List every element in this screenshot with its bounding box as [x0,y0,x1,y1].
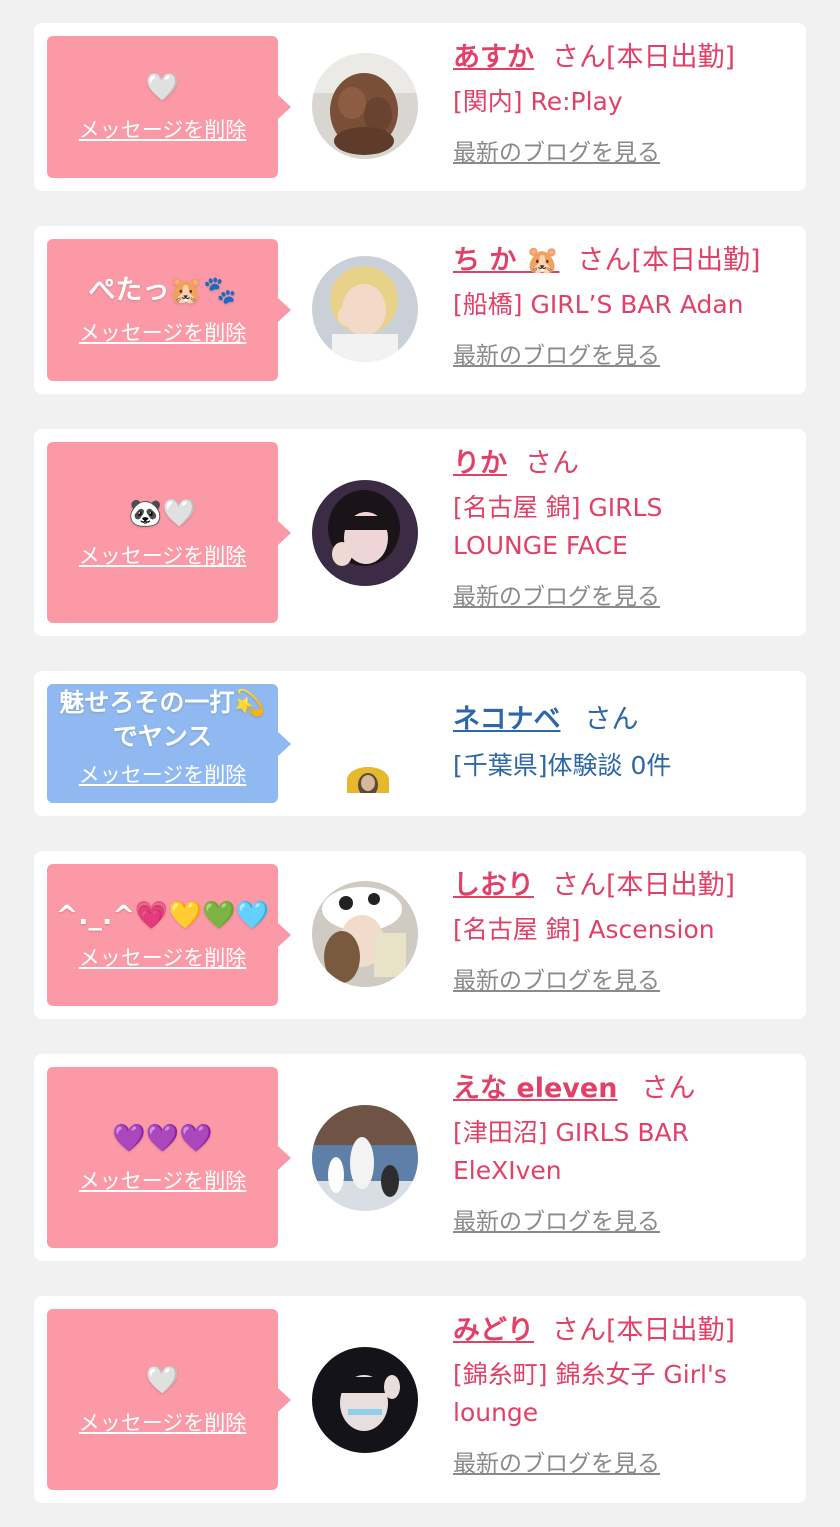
honorific: さん [641,1073,696,1104]
message-text: ^._.^💗💛💚🩵 [55,900,270,931]
profile-name-link[interactable]: みどり [453,1315,534,1346]
delete-message-link[interactable]: メッセージを削除 [79,762,247,788]
message-bubble: 🤍 メッセージを削除 [47,36,291,178]
latest-blog-link[interactable]: 最新のブログを見る [453,1206,660,1238]
favorite-card: ぺたっ🐹🐾 メッセージを削除 ち か 🐹 さん[本日出勤] [船橋] GIRL’S… [34,226,806,394]
profile-info: えな eleven さん [津田沼] GIRLS BAR EleXIven 最新の… [453,1070,792,1238]
profile-name-link[interactable]: りか [453,448,507,479]
profile-info: みどり さん[本日出勤] [錦糸町] 錦糸女子 Girl's lounge 最新の… [453,1312,792,1480]
name-line: ち か 🐹 さん[本日出勤] [453,242,792,280]
profile-info: りか さん [名古屋 錦] GIRLS LOUNGE FACE 最新のブログを見る [453,445,792,613]
delete-message-link[interactable]: メッセージを削除 [79,1168,247,1194]
latest-blog-link[interactable]: 最新のブログを見る [453,340,660,372]
shop-name: [名古屋 錦] Ascension [453,915,715,944]
shop-name: [名古屋 錦] GIRLS LOUNGE FACE [453,493,663,560]
message-text: 魅せろその一打💫でヤンス [59,688,266,751]
shop-name: [関内] Re:Play [453,87,623,116]
delete-message-link[interactable]: メッセージを削除 [79,543,247,569]
name-line: えな eleven さん [453,1070,792,1108]
profile-info: ち か 🐹 さん[本日出勤] [船橋] GIRL’S BAR Adan 最新のブロ… [453,242,792,372]
honorific: さん [552,42,606,73]
delete-message-link[interactable]: メッセージを削除 [79,945,247,971]
latest-blog-link[interactable]: 最新のブログを見る [453,1448,660,1480]
name-line: あすか さん[本日出勤] [453,39,792,77]
avatar[interactable] [347,767,389,793]
message-bubble: 💜💜💜 メッセージを削除 [47,1067,291,1248]
profile-name-link[interactable]: しおり [453,870,534,901]
profile-name-link[interactable]: ち か 🐹 [453,245,559,276]
profile-name-link[interactable]: あすか [453,42,534,73]
message-bubble: 🤍 メッセージを削除 [47,1309,291,1490]
message-text: 💜💜💜 [112,1122,213,1154]
message-bubble: ぺたっ🐹🐾 メッセージを削除 [47,239,291,381]
honorific: さん [584,704,639,735]
favorite-card: 🐼🤍 メッセージを削除 りか さん [名古屋 錦] GIRLS LOUNGE FA… [34,429,806,636]
work-status: [本日出勤] [606,870,736,901]
latest-blog-link[interactable]: 最新のブログを見る [453,137,660,169]
honorific: さん [525,448,579,479]
shop-name: [津田沼] GIRLS BAR EleXIven [453,1118,689,1185]
work-status: [本日出勤] [631,245,761,276]
delete-message-link[interactable]: メッセージを削除 [79,320,247,346]
message-text: ぺたっ🐹🐾 [88,275,237,306]
favorite-card: ^._.^💗💛💚🩵 メッセージを削除 しおり さん[本日出勤] [名古屋 錦] A… [34,851,806,1019]
message-bubble: 🐼🤍 メッセージを削除 [47,442,291,623]
latest-blog-link[interactable]: 最新のブログを見る [453,965,660,997]
avatar[interactable] [312,53,418,159]
shop-name: [錦糸町] 錦糸女子 Girl's lounge [453,1360,727,1427]
avatar[interactable] [312,881,418,987]
favorite-card: 🤍 メッセージを削除 みどり さん[本日出勤] [錦糸町] 錦糸女子 Girl's… [34,1296,806,1503]
work-status: [本日出勤] [606,42,736,73]
honorific: さん [552,870,606,901]
avatar[interactable] [312,256,418,362]
name-line: ネコナベ さん [453,701,792,739]
profile-name-link[interactable]: えな eleven [453,1073,617,1104]
honorific: さん [552,1315,606,1346]
favorite-card: 🤍 メッセージを削除 あすか さん[本日出勤] [関内] Re:Play 最新のブ… [34,23,806,191]
favorite-card: 魅せろその一打💫でヤンス メッセージを削除 ネコナベ さん [千葉県]体験談 0件 [34,671,806,816]
review-count: [千葉県]体験談 0件 [453,751,672,780]
message-text: 🤍 [145,72,180,103]
profile-info: ネコナベ さん [千葉県]体験談 0件 [453,701,792,785]
favorite-card: 💜💜💜 メッセージを削除 えな eleven さん [津田沼] GIRLS BAR… [34,1054,806,1261]
message-bubble: ^._.^💗💛💚🩵 メッセージを削除 [47,864,291,1006]
shop-name: [船橋] GIRL’S BAR Adan [453,290,744,319]
profile-info: しおり さん[本日出勤] [名古屋 錦] Ascension 最新のブログを見る [453,867,792,997]
work-status: [本日出勤] [606,1315,736,1346]
avatar[interactable] [312,1347,418,1453]
message-bubble: 魅せろその一打💫でヤンス メッセージを削除 [47,684,291,803]
avatar[interactable] [312,480,418,586]
name-line: みどり さん[本日出勤] [453,1312,792,1350]
message-text: 🐼🤍 [128,497,197,529]
profile-name-link[interactable]: ネコナベ [453,704,560,735]
name-line: りか さん [453,445,792,483]
latest-blog-link[interactable]: 最新のブログを見る [453,581,660,613]
message-text: 🤍 [145,1364,180,1396]
avatar[interactable] [312,1105,418,1211]
name-line: しおり さん[本日出勤] [453,867,792,905]
delete-message-link[interactable]: メッセージを削除 [79,1410,247,1436]
honorific: さん [577,245,632,276]
profile-info: あすか さん[本日出勤] [関内] Re:Play 最新のブログを見る [453,39,792,169]
delete-message-link[interactable]: メッセージを削除 [79,117,247,143]
